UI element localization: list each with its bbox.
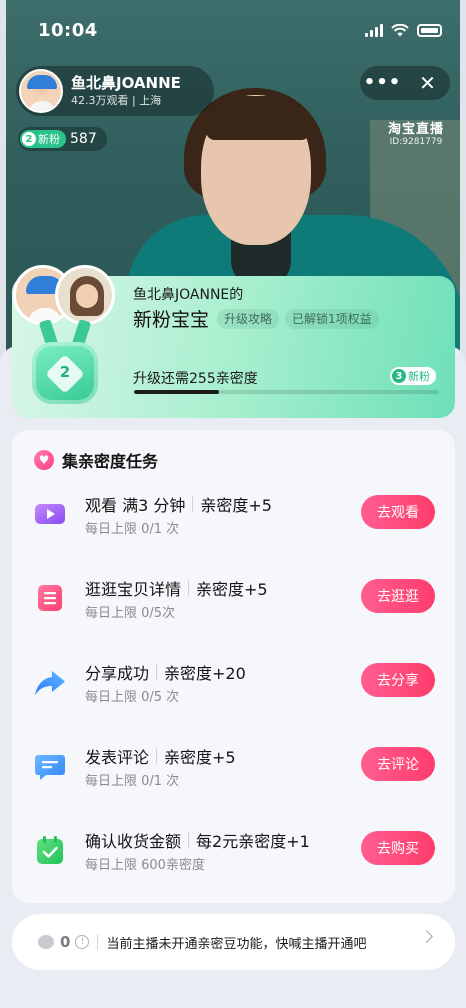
divider bbox=[188, 580, 190, 596]
divider bbox=[188, 832, 190, 848]
intimacy-progress-bar bbox=[134, 390, 439, 394]
top-right-capsule: ••• ✕ bbox=[360, 66, 450, 100]
unlocked-benefits-button[interactable]: 已解锁1项权益 bbox=[285, 308, 379, 329]
close-icon[interactable]: ✕ bbox=[405, 66, 450, 100]
fan-level-pill[interactable]: 2 新粉 587 bbox=[18, 127, 107, 151]
room-id: ID:9281779 bbox=[389, 137, 443, 147]
upgrade-guide-button[interactable]: 升级攻略 bbox=[217, 308, 280, 329]
battery-icon bbox=[417, 24, 442, 37]
divider bbox=[156, 664, 158, 680]
task-name: 观看 满3 分钟 bbox=[85, 496, 186, 515]
calendar-check-icon bbox=[37, 836, 63, 864]
go-comment-button[interactable]: 去评论 bbox=[361, 747, 435, 781]
anchor-viewers: 42.3万观看 bbox=[71, 94, 129, 107]
user-avatar-large bbox=[55, 265, 115, 325]
fan-count: 587 bbox=[70, 131, 97, 147]
tasks-title: 集亲密度任务 bbox=[62, 452, 159, 471]
heart-icon: ♥ bbox=[34, 450, 54, 470]
new-fan-badge: 2 新粉 bbox=[20, 130, 66, 148]
tasks-header: ♥ 集亲密度任务 bbox=[34, 448, 158, 472]
task-item-purchase: 确认收货金额 每2元亲密度+1 每日上限 600亲密度 去购买 bbox=[12, 828, 455, 878]
go-browse-button[interactable]: 去逛逛 bbox=[361, 579, 435, 613]
more-options-icon[interactable]: ••• bbox=[360, 66, 405, 100]
intimacy-progress-fill bbox=[134, 390, 220, 394]
bean-notice-text: 当前主播未开通亲密豆功能，快喊主播开通吧 bbox=[106, 936, 367, 952]
brand-name: 淘宝直播 bbox=[387, 122, 444, 137]
task-item-browse: 逛逛宝贝详情 亲密度+5 每日上限 0/5次 去逛逛 bbox=[12, 576, 455, 626]
go-watch-button[interactable]: 去观看 bbox=[361, 495, 435, 529]
task-title: 确认收货金额 每2元亲密度+1 bbox=[85, 828, 310, 852]
task-title: 逛逛宝贝详情 亲密度+5 bbox=[85, 576, 268, 600]
status-time: 10:04 bbox=[38, 20, 98, 41]
anchor-info: 鱼北鼻JOANNE 42.3万观看 | 上海 bbox=[71, 74, 181, 108]
next-level-label: 新粉 bbox=[408, 370, 430, 383]
presenter-bangs bbox=[206, 96, 310, 140]
divider bbox=[97, 934, 99, 950]
fan-level-name: 新粉宝宝 bbox=[133, 309, 210, 331]
task-name: 分享成功 bbox=[85, 664, 150, 683]
comment-icon bbox=[35, 755, 65, 780]
task-limit: 每日上限 0/1 次 bbox=[85, 774, 180, 789]
task-limit: 每日上限 0/5 次 bbox=[85, 690, 180, 705]
task-reward: 每2元亲密度+1 bbox=[196, 832, 310, 851]
anchor-profile-pill[interactable]: 鱼北鼻JOANNE 42.3万观看 | 上海 bbox=[16, 66, 214, 116]
task-limit: 每日上限 600亲密度 bbox=[85, 858, 205, 873]
intimacy-bean-bar[interactable]: 0 ! 当前主播未开通亲密豆功能，快喊主播开通吧 bbox=[12, 914, 455, 970]
divider bbox=[156, 748, 158, 764]
list-icon bbox=[38, 585, 62, 611]
fan-card-level-row: 新粉宝宝 升级攻略 已解锁1项权益 bbox=[133, 305, 379, 332]
go-purchase-button[interactable]: 去购买 bbox=[361, 831, 435, 865]
taobao-live-watermark: 淘宝直播 ID:9281779 bbox=[388, 118, 444, 147]
task-reward: 亲密度+5 bbox=[196, 580, 268, 599]
bean-count: 0 bbox=[60, 933, 71, 951]
next-level-number: 3 bbox=[392, 369, 406, 383]
anchor-meta: 42.3万观看 | 上海 bbox=[71, 93, 181, 108]
task-reward: 亲密度+5 bbox=[164, 748, 236, 767]
chevron-right-icon[interactable] bbox=[420, 930, 433, 943]
task-item-comment: 发表评论 亲密度+5 每日上限 0/1 次 去评论 bbox=[12, 744, 455, 794]
task-item-watch: 观看 满3 分钟 亲密度+5 每日上限 0/1 次 去观看 bbox=[12, 492, 455, 542]
task-name: 发表评论 bbox=[85, 748, 150, 767]
fan-medal-icon: 2 bbox=[32, 319, 98, 406]
wifi-icon bbox=[391, 24, 409, 37]
anchor-avatar[interactable] bbox=[19, 69, 63, 113]
task-reward: 亲密度+5 bbox=[200, 496, 272, 515]
task-name: 确认收货金额 bbox=[85, 832, 182, 851]
new-fan-label: 新粉 bbox=[38, 133, 60, 146]
status-bar: 10:04 bbox=[0, 0, 466, 62]
task-name: 逛逛宝贝详情 bbox=[85, 580, 182, 599]
cellular-signal-icon bbox=[365, 24, 383, 37]
info-icon[interactable]: ! bbox=[75, 935, 90, 949]
play-icon bbox=[35, 504, 65, 524]
divider bbox=[192, 496, 194, 512]
status-icons bbox=[365, 24, 442, 37]
intimacy-bean-icon bbox=[38, 935, 54, 949]
medal-level-number: 2 bbox=[59, 363, 71, 381]
task-limit: 每日上限 0/5次 bbox=[85, 606, 176, 621]
task-title: 发表评论 亲密度+5 bbox=[85, 744, 236, 768]
next-level-badge: 3 新粉 bbox=[390, 367, 436, 385]
share-icon bbox=[35, 671, 65, 695]
new-fan-level-number: 2 bbox=[22, 132, 36, 146]
task-title: 分享成功 亲密度+20 bbox=[85, 660, 246, 684]
go-share-button[interactable]: 去分享 bbox=[361, 663, 435, 697]
task-title: 观看 满3 分钟 亲密度+5 bbox=[85, 492, 272, 516]
task-limit: 每日上限 0/1 次 bbox=[85, 522, 180, 537]
anchor-location: 上海 bbox=[139, 94, 162, 107]
task-item-share: 分享成功 亲密度+20 每日上限 0/5 次 去分享 bbox=[12, 660, 455, 710]
anchor-name: 鱼北鼻JOANNE bbox=[71, 74, 181, 92]
fan-card-title: 鱼北鼻JOANNE的 bbox=[133, 287, 244, 303]
upgrade-need-text: 升级还需255亲密度 bbox=[133, 371, 258, 387]
intimacy-tasks-card: ♥ 集亲密度任务 观看 满3 分钟 亲密度+5 每日上限 0/1 次 去观看 逛… bbox=[12, 430, 455, 903]
task-reward: 亲密度+20 bbox=[164, 664, 246, 683]
